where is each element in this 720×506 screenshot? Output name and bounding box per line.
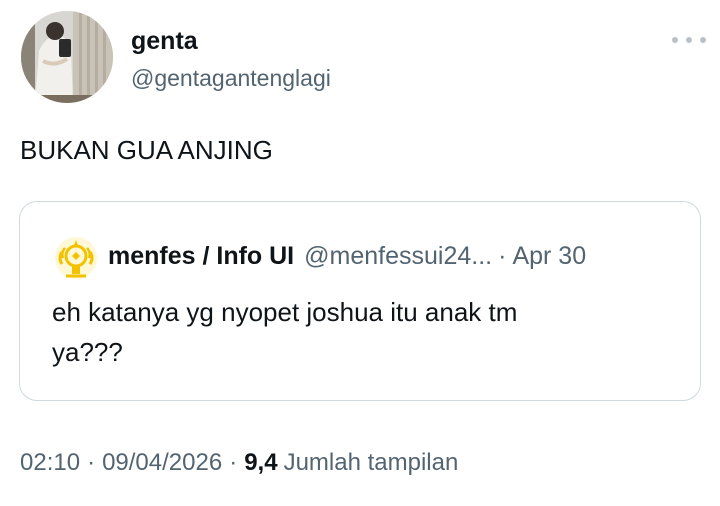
university-emblem-icon[interactable]: [54, 236, 98, 280]
tweet-detail: genta @gentaganteng​lagi BUKAN GUA ANJIN…: [0, 0, 720, 506]
author-handle[interactable]: @gentaganteng​lagi: [131, 64, 331, 92]
quoted-tweet-card[interactable]: menfes / Info UI @menfessui24... · Apr 3…: [19, 201, 701, 401]
author-avatar[interactable]: [21, 11, 113, 103]
emblem-graphic: [55, 237, 97, 279]
quoted-author-name[interactable]: menfes / Info UI: [108, 240, 294, 272]
quoted-tweet-date[interactable]: Apr 30: [512, 240, 586, 272]
views-label: Jumlah tampilan: [283, 449, 459, 476]
quoted-tweet-header: menfes / Info UI @menfessui24... · Apr 3…: [108, 240, 688, 274]
tweet-date[interactable]: 09/04/2026: [102, 447, 222, 479]
more-dot: [672, 37, 678, 43]
tweet-text: BUKAN GUA ANJING: [20, 135, 273, 165]
header-separator: ·: [498, 242, 507, 270]
more-icon[interactable]: [672, 30, 706, 50]
quoted-author-handle[interactable]: @menfessui24...: [304, 240, 492, 272]
more-dot: [686, 37, 692, 43]
tweet-meta: 02:10 · 09/04/2026 · 9,4 Jumlah tampilan: [20, 447, 458, 479]
quoted-text-line: eh katanya yg nyopet joshua itu anak tm: [52, 297, 518, 327]
views-count: 9,4: [244, 449, 278, 476]
quoted-text-line: ya???: [52, 337, 123, 367]
avatar-photo: [21, 11, 113, 103]
meta-separator: ·: [87, 449, 96, 476]
tweet-time[interactable]: 02:10: [20, 447, 80, 479]
quoted-tweet-text: eh katanya yg nyopet joshua itu anak tm …: [52, 292, 672, 372]
author-name[interactable]: genta: [131, 26, 198, 56]
more-dot: [700, 37, 706, 43]
meta-separator: ·: [229, 449, 238, 476]
